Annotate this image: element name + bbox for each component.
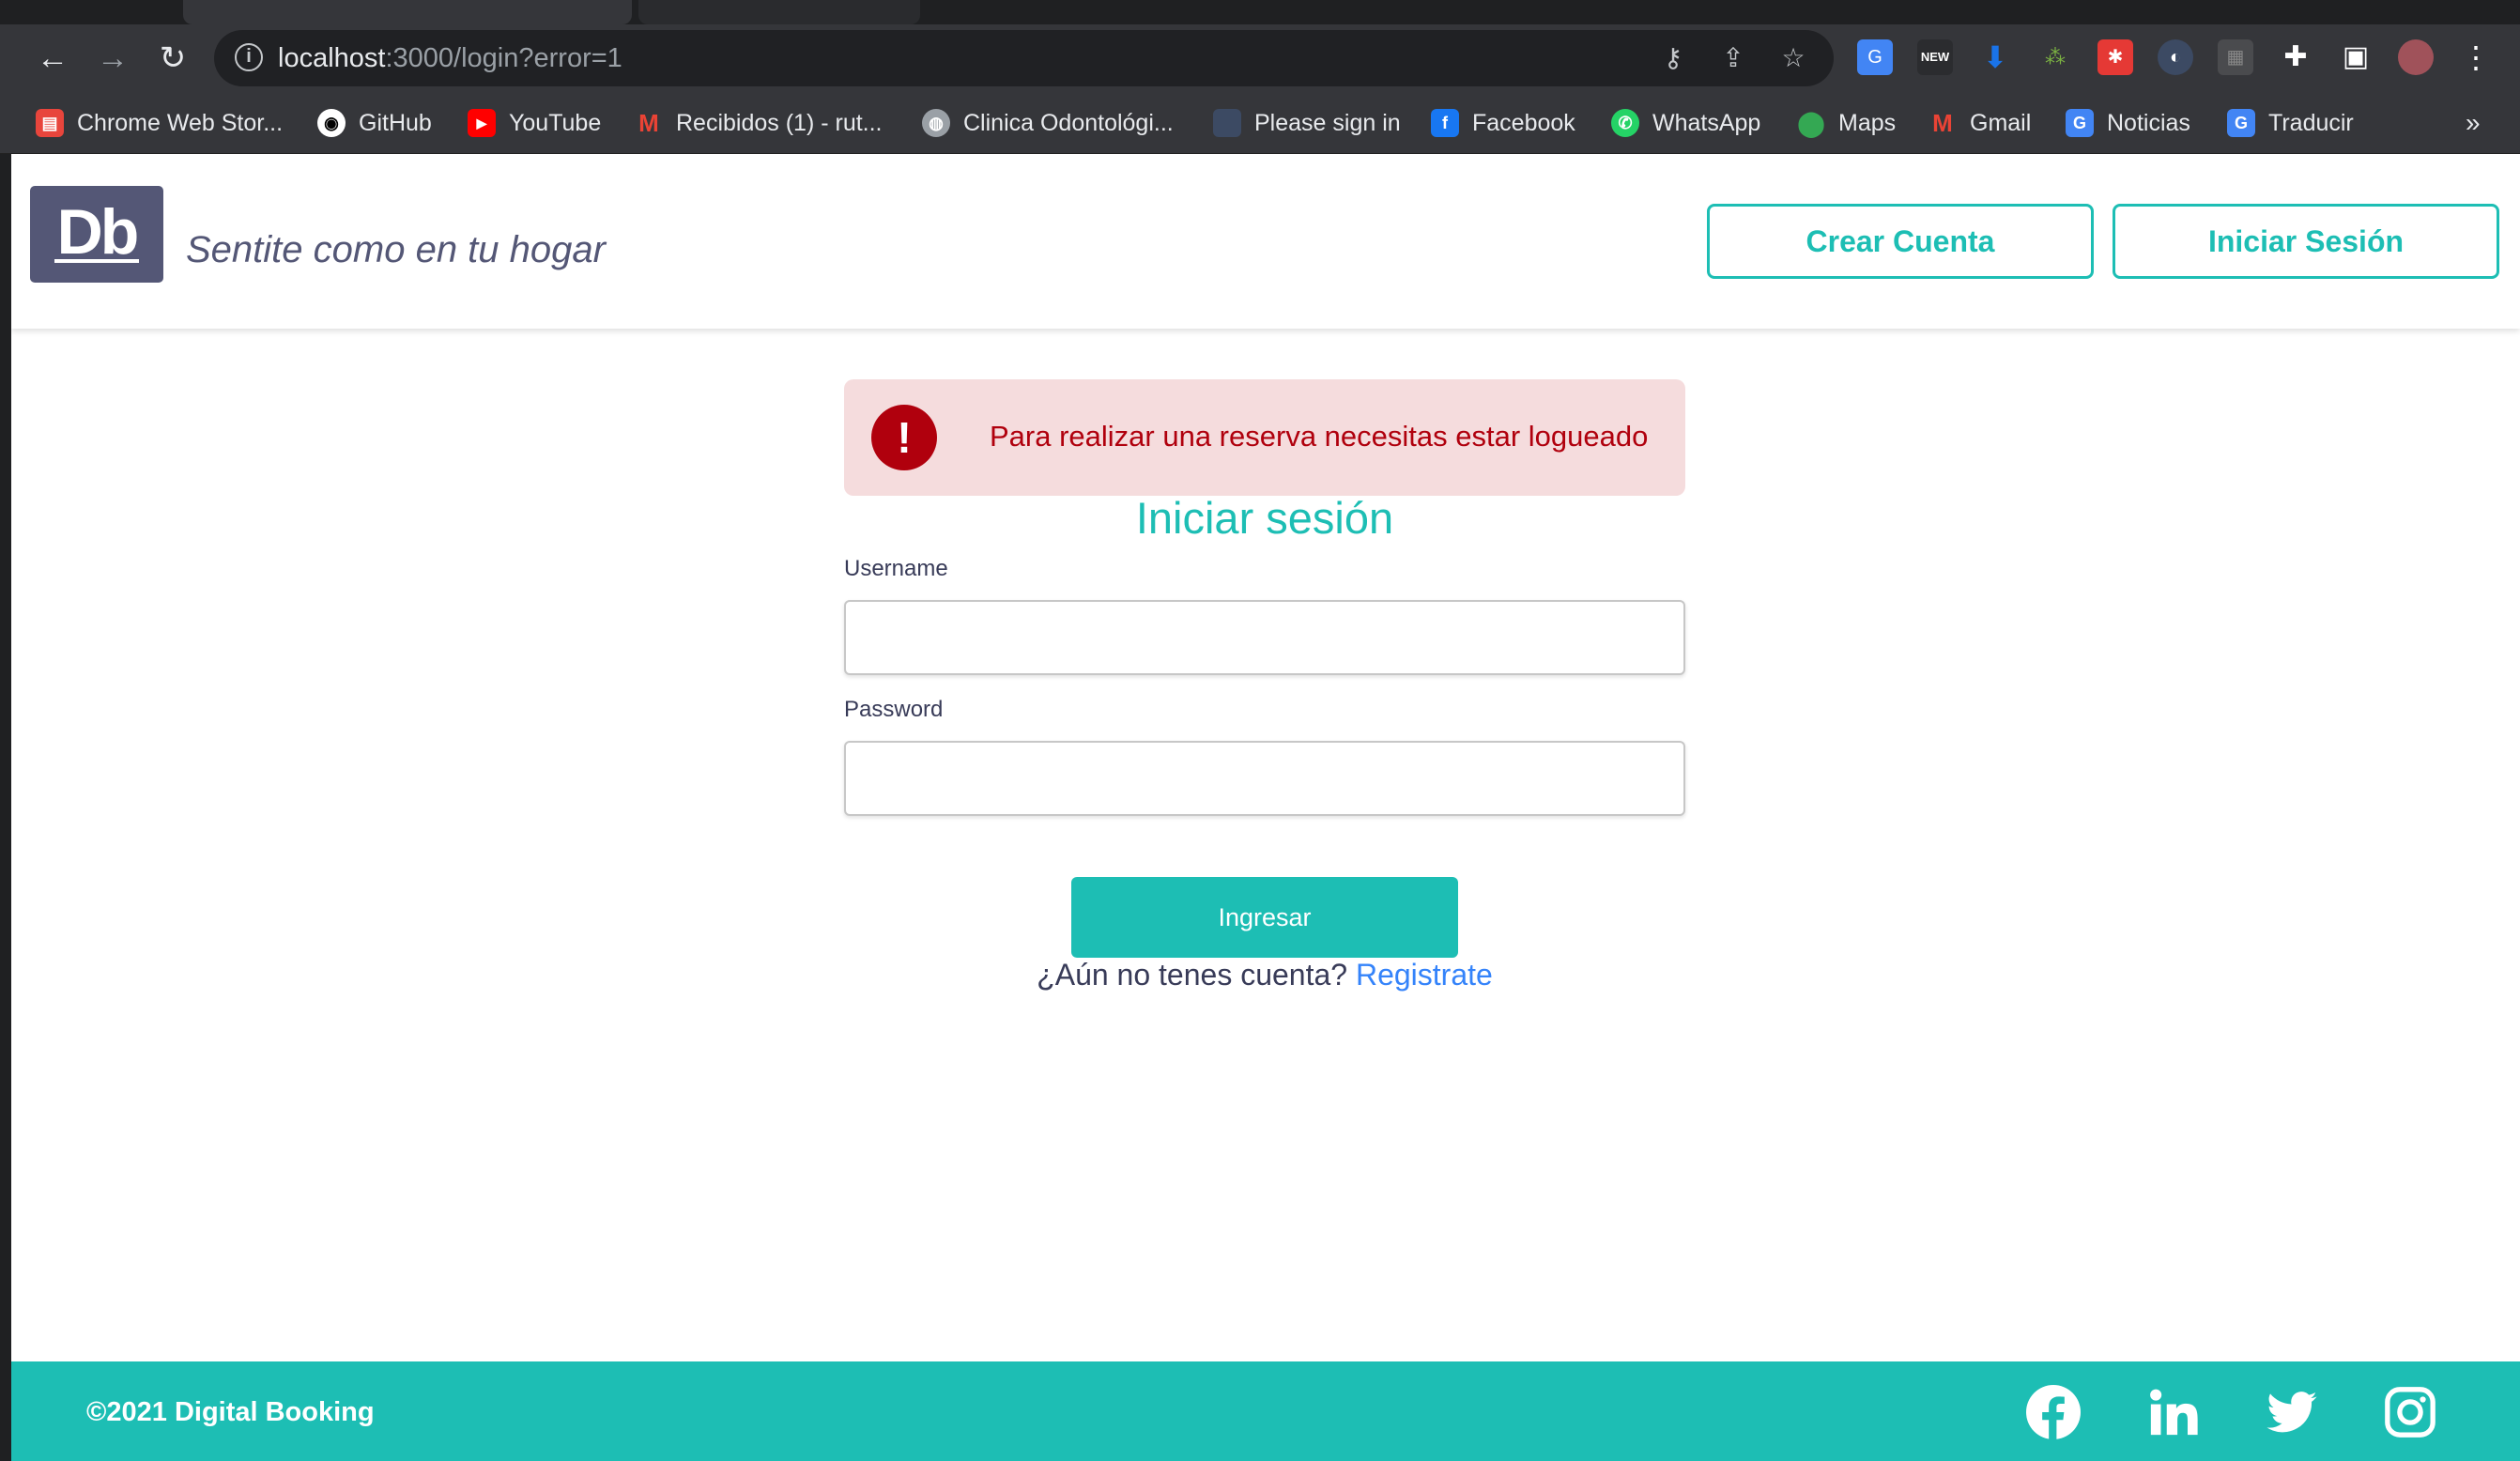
back-icon[interactable]: ← [32,38,73,79]
bookmark-label: YouTube [509,109,602,136]
bookmark-label: Clinica Odontológi... [963,109,1174,136]
address-url[interactable]: localhost:3000/login?error=1 [278,43,622,74]
bookmark-item[interactable]: M Recibidos (1) - rut... [635,105,883,141]
bookmark-label: Maps [1838,109,1897,136]
page-viewport: Db Sentite como en tu hogar Crear Cuenta… [11,154,2520,1461]
profile-avatar[interactable] [2398,39,2434,75]
facebook-icon: f [1431,109,1459,137]
create-account-button[interactable]: Crear Cuenta [1707,204,2094,279]
github-icon: ◉ [317,109,346,137]
tree-extension-icon[interactable]: ⁂ [2037,39,2073,75]
logo[interactable]: Db [30,186,163,283]
username-label: Username [844,556,948,581]
linkedin-icon[interactable] [2146,1385,2201,1439]
bookmarks-bar: ▤ Chrome Web Stor... ◉ GitHub ▶ YouTube M Re… [0,92,2520,154]
bookmark-item[interactable]: G Noticias [2066,105,2190,141]
forward-icon[interactable]: → [92,38,133,79]
error-alert: ! Para realizar una reserva necesitas es… [844,379,1685,496]
register-prompt: ¿Aún no tenes cuenta? Registrate [844,958,1685,992]
register-prompt-text: ¿Aún no tenes cuenta? [1037,958,1348,992]
bookmark-label: Noticias [2107,109,2190,136]
instagram-icon[interactable] [2383,1385,2437,1439]
url-path: :3000/login?error=1 [385,43,622,73]
site-info-icon[interactable]: i [235,43,263,71]
bookmark-label: Gmail [1970,109,2032,136]
bookmark-star-icon[interactable]: ☆ [1776,41,1810,75]
bookmark-item[interactable]: ⬤ Maps [1797,105,1896,141]
bookmark-label: WhatsApp [1652,109,1761,136]
download-extension-icon[interactable]: ⬇ [1977,39,2013,75]
login-title: Iniciar sesión [1135,493,1394,543]
bookmark-label: Traducir [2268,109,2354,136]
facebook-icon[interactable] [2026,1385,2081,1439]
red-extension-icon[interactable]: ✱ [2097,39,2133,75]
google-news-icon: G [2066,109,2094,137]
logo-text: Db [56,196,140,268]
bookmark-label: Please sign in [1254,109,1401,136]
new-extension-icon[interactable]: NEW [1917,39,1953,75]
chrome-web-store-icon: ▤ [36,109,64,137]
bookmark-item[interactable]: ▤ Chrome Web Stor... [36,105,283,141]
bookmark-item[interactable]: Please sign in [1213,105,1401,141]
side-panel-icon[interactable]: ▣ [2338,39,2374,75]
bookmark-label: Facebook [1472,109,1575,136]
url-host: localhost [278,43,386,73]
copyright: ©2021 Digital Booking [86,1397,375,1427]
menu-kebab-icon[interactable]: ⋮ [2458,39,2494,75]
maps-icon: ⬤ [1797,109,1825,137]
globe-icon: ◍ [922,109,950,137]
bookmark-label: GitHub [359,109,432,136]
share-icon[interactable]: ⇪ [1716,41,1750,75]
site-header: Db Sentite como en tu hogar Crear Cuenta… [11,154,2520,329]
google-translate-icon: G [2227,109,2255,137]
bookmark-label: Recibidos (1) - rut... [676,109,883,136]
slogan: Sentite como en tu hogar [186,229,606,270]
password-label: Password [844,697,944,722]
browser-tab-active[interactable] [183,0,632,24]
username-input[interactable] [844,600,1685,675]
bookmark-item[interactable]: f Facebook [1431,105,1575,141]
key-icon[interactable]: ⚷ [1656,41,1690,75]
address-bar[interactable]: i localhost:3000/login?error=1 ⚷ ⇪ ☆ [214,30,1834,86]
google-translate-extension-icon[interactable]: G [1857,39,1893,75]
register-link[interactable]: Registrate [1356,958,1493,992]
gray-extension-icon[interactable]: ▦ [2218,39,2253,75]
reload-icon[interactable]: ↻ [152,38,193,79]
youtube-icon: ▶ [468,109,496,137]
bookmarks-overflow-icon[interactable]: » [2466,105,2481,141]
bookmark-item[interactable]: M Gmail [1928,105,2031,141]
puzzle-icon[interactable]: ✚ [2278,39,2313,75]
error-icon: ! [871,405,937,470]
alert-message: Para realizar una reserva necesitas esta… [990,420,1649,453]
whatsapp-icon: ✆ [1611,109,1639,137]
logo-underline [54,259,139,263]
bookmark-item[interactable]: ✆ WhatsApp [1611,105,1760,141]
password-input[interactable] [844,741,1685,816]
bookmark-item[interactable]: G Traducir [2227,105,2354,141]
bookmark-label: Chrome Web Stor... [77,109,284,136]
signin-icon [1213,109,1241,137]
bookmark-item[interactable]: ◍ Clinica Odontológi... [922,105,1174,141]
twitter-icon[interactable] [2265,1385,2319,1439]
site-footer: ©2021 Digital Booking [11,1361,2520,1461]
browser-tab[interactable] [638,0,920,24]
gmail-icon: M [638,109,659,137]
submit-button[interactable]: Ingresar [1071,877,1458,958]
blue-circle-extension-icon[interactable]: ◐ [2158,39,2193,75]
bookmark-item[interactable]: ◉ GitHub [317,105,432,141]
gmail-icon: M [1932,109,1953,137]
login-button[interactable]: Iniciar Sesión [2113,204,2499,279]
bookmark-item[interactable]: ▶ YouTube [468,105,601,141]
tab-strip [0,0,2520,24]
